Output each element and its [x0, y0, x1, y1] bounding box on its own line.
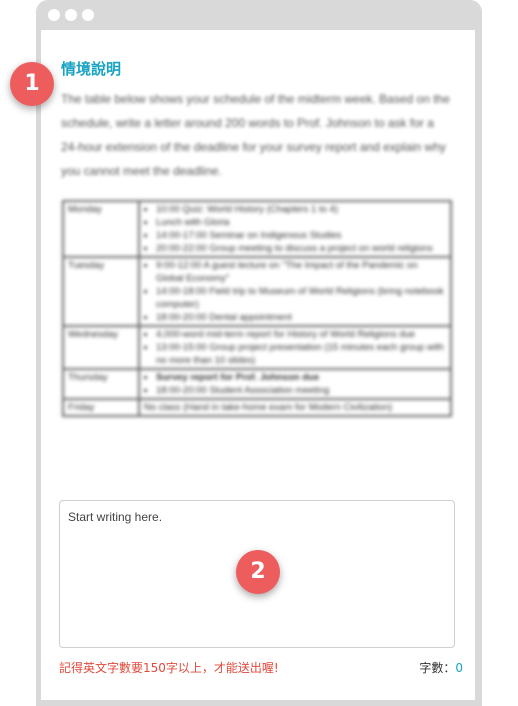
schedule-items: Survey report for Prof. Johnson due18:00…: [138, 368, 452, 400]
schedule-items: 10:00 Quiz: World History (Chapters 1 to…: [138, 200, 452, 258]
schedule-day: Wednesday: [62, 325, 140, 370]
page-content: 情境說明 The table below shows your schedule…: [41, 30, 475, 700]
schedule-day: Thursday: [62, 368, 140, 400]
schedule-item: Survey report for Prof. Johnson due: [156, 371, 446, 384]
schedule-row: Tuesday 9:00-12:00 A guest lecture on "Th…: [62, 256, 452, 327]
schedule-items: 4,000-word mid-term report for History o…: [138, 325, 452, 370]
section-title: 情境說明: [61, 60, 122, 78]
window-titlebar: [36, 0, 482, 30]
schedule-item: 9:00-12:00 A guest lecture on "The Impac…: [156, 259, 446, 285]
browser-window: 情境說明 The table below shows your schedule…: [36, 0, 482, 706]
window-dot-icon: [48, 9, 60, 21]
schedule-table: Monday 10:00 Quiz: World History (Chapter…: [62, 200, 452, 417]
schedule-item: 4,000-word mid-term report for History o…: [156, 328, 446, 341]
schedule-day: Tuesday: [62, 256, 140, 327]
schedule-item-list: 10:00 Quiz: World History (Chapters 1 to…: [144, 203, 446, 255]
schedule-row: ThursdaySurvey report for Prof. Johnson …: [62, 368, 452, 400]
schedule-row: Friday No class (Hand in take-home exam f…: [62, 398, 452, 417]
schedule-items: 9:00-12:00 A guest lecture on "The Impac…: [138, 256, 452, 327]
word-count: 字數：0: [419, 659, 463, 676]
word-count-value: 0: [455, 661, 463, 675]
window-dot-icon: [65, 9, 77, 21]
step-badge-2: 2: [236, 550, 280, 594]
schedule-item: Lunch with Gloria: [156, 216, 446, 229]
window-dot-icon: [82, 9, 94, 21]
schedule-item: 20:00-22:00 Group meeting to discuss a p…: [156, 242, 446, 255]
step-badge-1: 1: [10, 62, 54, 106]
schedule-item: 18:00-20:00 Dental appointment: [156, 311, 446, 324]
schedule-day: Friday: [62, 398, 140, 417]
instructions-text: The table below shows your schedule of t…: [61, 92, 450, 178]
schedule-items: No class (Hand in take-home exam for Mod…: [138, 398, 452, 417]
word-minimum-warning: 記得英文字數要150字以上，才能送出喔!: [59, 661, 279, 675]
schedule-item-list: 9:00-12:00 A guest lecture on "The Impac…: [144, 259, 446, 324]
schedule-item: 14:00-17:00 Seminar on Indigenous Studie…: [156, 229, 446, 242]
editor-placeholder: Start writing here.: [68, 510, 163, 524]
schedule-day: Monday: [62, 200, 140, 258]
schedule-item: 14:00-18:00 Field trip to Museum of Worl…: [156, 285, 446, 311]
schedule-row: Wednesday 4,000-word mid-term report for …: [62, 325, 452, 370]
schedule-item: 18:00-20:00 Student Association meeting: [156, 384, 446, 397]
schedule-item-list: Survey report for Prof. Johnson due18:00…: [144, 371, 446, 397]
word-count-label: 字數：: [419, 661, 456, 675]
schedule-item-list: 4,000-word mid-term report for History o…: [144, 328, 446, 367]
schedule-item: 13:00-15:00 Group project presentation (…: [156, 341, 446, 367]
schedule-row: Monday 10:00 Quiz: World History (Chapter…: [62, 200, 452, 258]
schedule-item: 10:00 Quiz: World History (Chapters 1 to…: [156, 203, 446, 216]
